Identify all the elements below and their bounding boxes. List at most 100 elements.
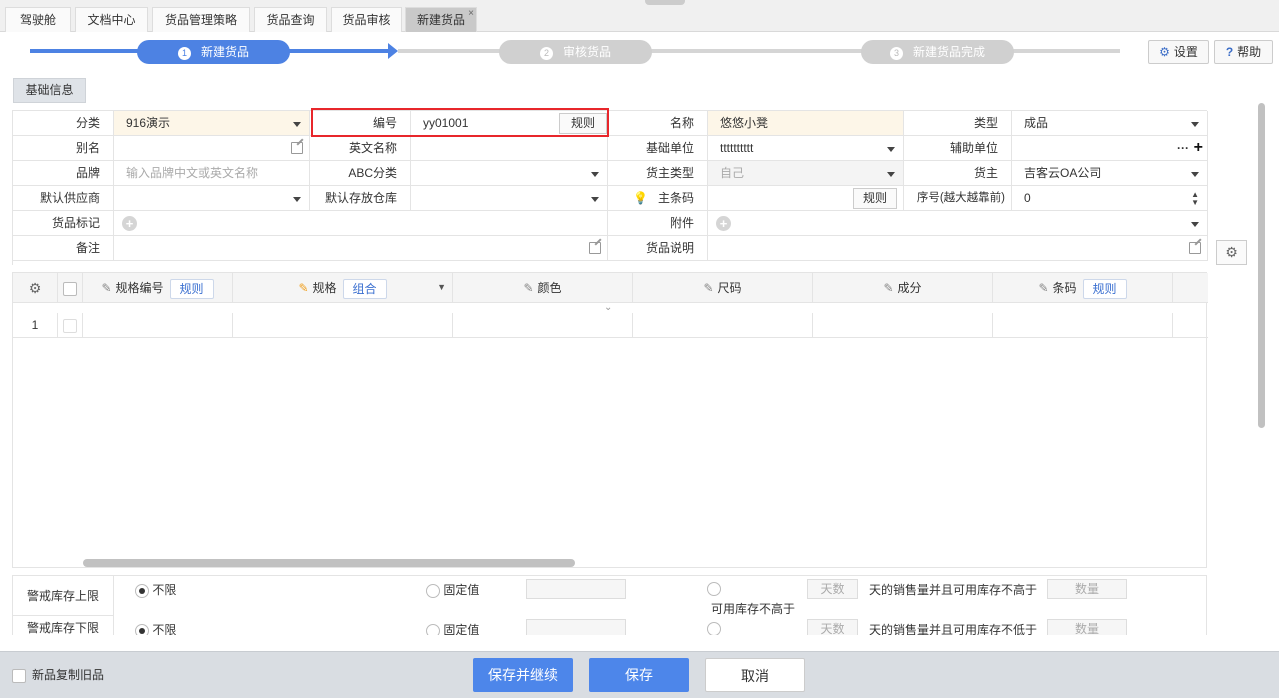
radio-icon	[707, 581, 721, 596]
sort-input[interactable]: 0 ▲ ▼	[1012, 186, 1208, 211]
upper-qty-input[interactable]: 数量	[1047, 579, 1127, 599]
step-number: 1	[177, 47, 191, 60]
english-name-input[interactable]	[411, 136, 608, 161]
gear-icon: ⚙	[1159, 45, 1170, 59]
save-button[interactable]: 保存	[589, 658, 689, 692]
upper-fixed-input[interactable]	[526, 579, 626, 599]
lower-fixed-input[interactable]	[526, 619, 626, 635]
tab-document-center[interactable]: 文档中心	[75, 7, 148, 32]
more-icon[interactable]: ···	[1177, 136, 1189, 161]
chevron-down-icon	[293, 122, 301, 127]
col-composition: ✎ 成分	[813, 273, 993, 303]
cell-size[interactable]	[633, 313, 813, 338]
spec-combine-button[interactable]: 组合	[342, 278, 387, 299]
tab-goods-query[interactable]: 货品查询	[254, 7, 327, 32]
tab-new-goods[interactable]: 新建货品 ×	[405, 7, 477, 32]
cell-spec[interactable]	[233, 313, 453, 338]
chevron-down-icon[interactable]	[1191, 222, 1199, 227]
category-label: 分类	[13, 111, 114, 136]
settings-button[interactable]: ⚙ 设置	[1148, 40, 1209, 64]
add-icon[interactable]: +	[1194, 135, 1203, 160]
tab-goods-review[interactable]: 货品审核	[331, 7, 402, 32]
supplier-select[interactable]	[114, 186, 310, 211]
lower-fixed-radio[interactable]: 固定值	[426, 621, 479, 635]
remark-input[interactable]	[114, 236, 608, 261]
barcode-col-rule-button[interactable]: 规则	[1082, 278, 1127, 299]
step-3: 3 新建货品完成	[861, 40, 1014, 64]
top-drag-handle[interactable]	[645, 0, 685, 5]
radio-icon	[426, 583, 440, 598]
tab-cockpit[interactable]: 驾驶舱	[5, 7, 71, 32]
lower-sales-radio[interactable]	[707, 621, 721, 635]
form-settings-gear-icon[interactable]: ⚙	[1216, 240, 1247, 265]
lightbulb-icon: 💡	[633, 191, 648, 205]
spec-code-rule-button[interactable]: 规则	[169, 278, 214, 299]
step-number: 3	[889, 47, 903, 60]
barcode-input[interactable]: 规则	[708, 186, 904, 211]
tab-goods-strategy[interactable]: 货品管理策略	[152, 7, 250, 32]
goods-form: 分类 916演示 编号 yy01001 规则 名称 悠悠小凳 类型 成品 别名 …	[12, 110, 1208, 265]
brand-placeholder: 输入品牌中文或英文名称	[126, 166, 259, 180]
cell-spec-code[interactable]	[83, 313, 233, 338]
save-continue-button[interactable]: 保存并继续	[473, 658, 573, 692]
barcode-rule-button[interactable]: 规则	[853, 188, 897, 209]
abc-select[interactable]	[411, 161, 608, 186]
pencil-icon: ✎	[523, 281, 534, 295]
grid-gear-icon[interactable]: ⚙	[13, 273, 58, 303]
aux-unit-field[interactable]: ··· +	[1012, 136, 1208, 161]
lower-days-input[interactable]: 天数	[807, 619, 858, 635]
edit-icon[interactable]	[291, 142, 303, 154]
description-input[interactable]	[708, 236, 1208, 261]
lower-unlimited-radio[interactable]: 不限	[135, 621, 176, 635]
aux-unit-label: 辅助单位	[904, 136, 1012, 161]
name-input[interactable]: 悠悠小凳	[708, 111, 904, 136]
upper-sales-radio[interactable]	[707, 581, 721, 596]
settings-label: 设置	[1173, 45, 1198, 59]
brand-input[interactable]: 输入品牌中文或英文名称	[114, 161, 310, 186]
category-select[interactable]: 916演示	[114, 111, 310, 136]
stepper-icon[interactable]: ▲ ▼	[1191, 191, 1199, 207]
category-value: 916演示	[126, 116, 171, 130]
warehouse-select[interactable]	[411, 186, 608, 211]
help-button[interactable]: ? 帮助	[1214, 40, 1273, 64]
caret-down-icon[interactable]: ▼	[437, 272, 446, 302]
chevron-down-icon[interactable]: ⌄	[604, 302, 612, 313]
add-circle-icon[interactable]: +	[122, 216, 137, 231]
alias-input[interactable]	[114, 136, 310, 161]
select-all-checkbox[interactable]	[58, 273, 83, 303]
cancel-button[interactable]: 取消	[705, 658, 805, 692]
sort-label: 序号(越大越靠前)	[904, 186, 1012, 211]
cell-color[interactable]	[453, 313, 633, 338]
owner-select[interactable]: 吉客云OA公司	[1012, 161, 1208, 186]
upper-fixed-radio[interactable]: 固定值	[426, 581, 479, 598]
edit-icon[interactable]	[589, 242, 601, 254]
base-unit-select[interactable]: tttttttttt	[708, 136, 904, 161]
owner-type-select[interactable]: 自己	[708, 161, 904, 186]
cell-barcode[interactable]	[993, 313, 1173, 338]
close-icon[interactable]: ×	[468, 2, 474, 26]
type-select[interactable]: 成品	[1012, 111, 1208, 136]
brand-label: 品牌	[13, 161, 114, 186]
upper-unlimited-radio[interactable]: 不限	[135, 581, 176, 598]
edit-icon[interactable]	[1189, 242, 1201, 254]
col-spec-code: ✎ 规格编号 规则	[83, 273, 233, 303]
col-spec: ✎ 规格 组合 ▼	[233, 273, 453, 303]
description-label: 货品说明	[608, 236, 708, 261]
lower-qty-input[interactable]: 数量	[1047, 619, 1127, 635]
vertical-scrollbar[interactable]	[1258, 103, 1265, 428]
col-composition-label: 成分	[897, 281, 922, 295]
base-unit-label: 基础单位	[608, 136, 708, 161]
cell-composition[interactable]	[813, 313, 993, 338]
chevron-down-icon	[293, 197, 301, 202]
type-label: 类型	[904, 111, 1012, 136]
step-number: 2	[539, 47, 553, 60]
basic-info-tab[interactable]: 基础信息	[13, 78, 86, 103]
add-circle-icon[interactable]: +	[716, 216, 731, 231]
copy-old-checkbox[interactable]: 新品复制旧品	[12, 666, 104, 683]
radio-icon	[135, 623, 149, 635]
row-checkbox[interactable]	[58, 313, 83, 338]
upper-days-input[interactable]: 天数	[807, 579, 858, 599]
grid-header: ⚙ ✎ 规格编号 规则 ✎ 规格 组合 ▼ ✎ 颜色 ✎ 尺码 ✎ 成分 ✎ 条码 规则	[13, 273, 1208, 303]
pencil-icon: ✎	[298, 281, 309, 295]
horizontal-scrollbar[interactable]	[83, 559, 575, 567]
